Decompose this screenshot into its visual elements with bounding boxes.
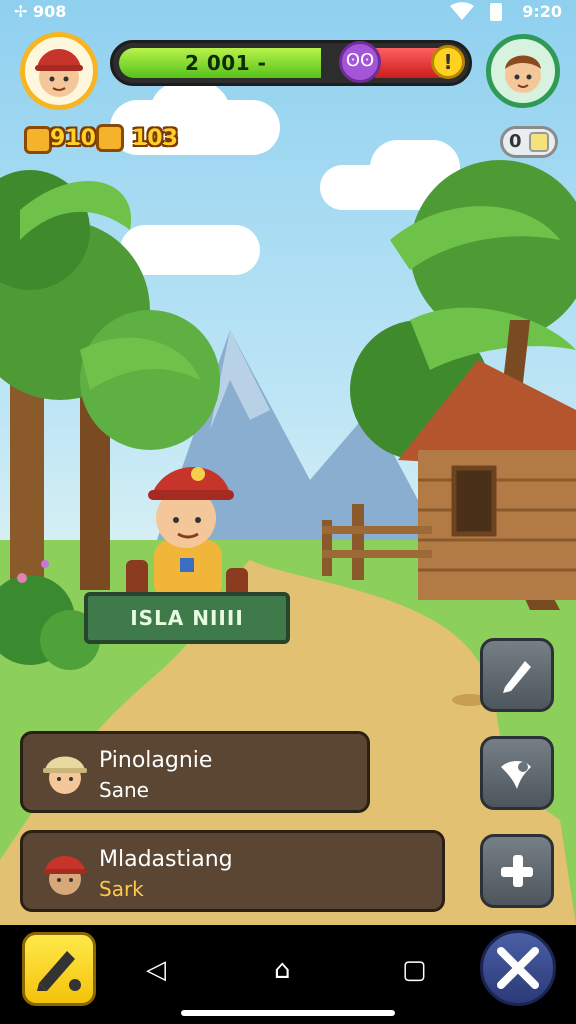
wooden-fence: [322, 504, 432, 580]
home-icon[interactable]: ⌂: [274, 955, 291, 985]
wing-coin-icon: [24, 126, 52, 154]
add-button[interactable]: [480, 834, 554, 908]
recents-icon[interactable]: ▢: [402, 955, 427, 985]
character-card[interactable]: Pinolagnie Sane: [20, 731, 370, 813]
skull-icon: ʘʘ: [339, 41, 381, 83]
back-icon[interactable]: ◁: [146, 955, 166, 985]
wifi-icon: [450, 2, 474, 20]
health-bar: 2 001 - ʘʘ !: [110, 40, 472, 86]
resource-count-1: 910: [50, 126, 96, 151]
health-value: 2 001 -: [185, 51, 267, 75]
firefighter-portrait-icon: [43, 856, 87, 895]
pencil-button[interactable]: [480, 638, 554, 712]
battery-icon: [490, 3, 502, 21]
pencil-icon: [503, 661, 531, 693]
friend-avatar[interactable]: [486, 34, 560, 108]
status-bar: ✢ 908 9:20: [0, 0, 576, 26]
card-subtitle: Sane: [99, 778, 149, 802]
crossed-swords-icon: [497, 947, 539, 989]
right-counter-box[interactable]: 0: [500, 126, 558, 158]
edit-pencil-icon: [37, 951, 81, 991]
toggle-knob-icon: [529, 132, 549, 152]
alert-coin-icon[interactable]: !: [431, 45, 465, 79]
plus-icon: [501, 855, 533, 887]
card-subtitle: Sark: [99, 877, 144, 901]
character-card[interactable]: Mladastiang Sark: [20, 830, 445, 912]
home-indicator: [181, 1010, 395, 1016]
battle-button[interactable]: [480, 930, 556, 1006]
map-button[interactable]: [480, 736, 554, 810]
edit-button[interactable]: [22, 932, 96, 1006]
friend-face-icon: [505, 55, 541, 93]
map-pin-icon: [501, 761, 531, 789]
card-name: Pinolagnie: [99, 748, 213, 773]
status-time: 9:20: [522, 2, 562, 21]
status-left-text: ✢ 908: [14, 2, 67, 21]
gold-coin-icon: [96, 124, 124, 152]
location-sign: ISLA NIIII: [84, 592, 290, 644]
player-character: [126, 467, 248, 604]
card-name: Mladastiang: [99, 847, 233, 872]
player-avatar[interactable]: [20, 32, 98, 110]
explorer-portrait-icon: [43, 756, 87, 794]
right-counter-value: 0: [509, 131, 522, 152]
resource-count-2: 103: [132, 126, 178, 151]
player-face-icon: [35, 49, 83, 97]
